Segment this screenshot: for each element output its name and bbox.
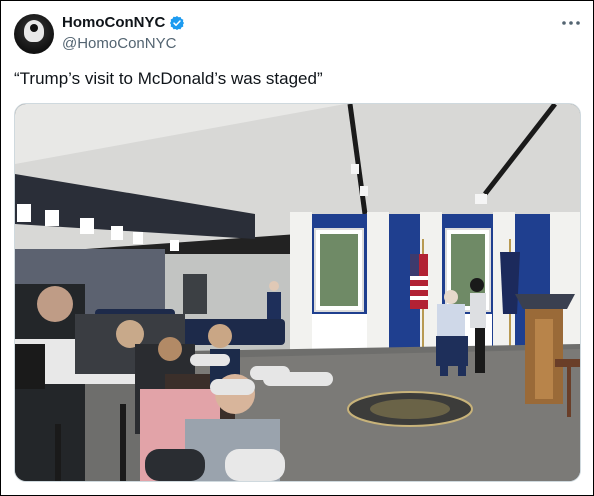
more-horizontal-icon[interactable] — [559, 13, 583, 33]
tweet-text: “Trump’s visit to McDonald’s was staged” — [14, 69, 323, 88]
photo-illustration — [15, 104, 580, 481]
verified-badge-icon — [170, 15, 185, 30]
avatar[interactable] — [14, 14, 54, 54]
author-name-row: HomoConNYC — [62, 14, 185, 31]
tweet-photo[interactable] — [14, 103, 581, 482]
author-handle[interactable]: @HomoConNYC — [62, 35, 176, 52]
display-name[interactable]: HomoConNYC — [62, 14, 165, 31]
tweet-card: HomoConNYC @HomoConNYC “Trump’s visit to… — [0, 0, 594, 496]
